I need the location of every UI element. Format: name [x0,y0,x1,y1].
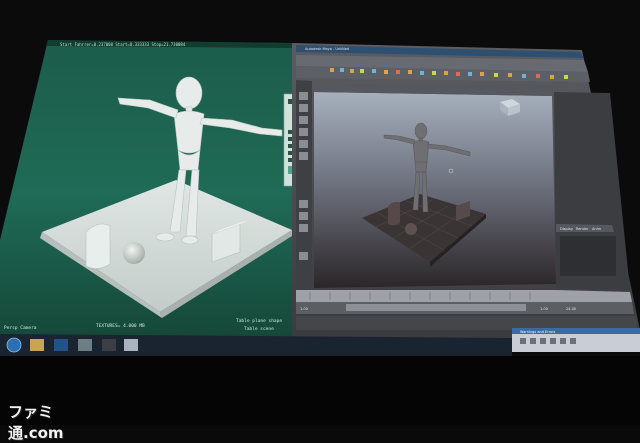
taskbar-app-folder[interactable] [30,339,44,351]
left-scene-label: Table scene [244,326,274,332]
taskbar-app-window[interactable] [124,339,138,351]
left-textures-label: TEXTURES= 4.000 MB [96,323,145,329]
left-camera-label: Persp Camera [4,325,37,331]
tab-display[interactable]: Display [560,227,573,231]
maya-cylinder [388,202,400,226]
tab-anim[interactable]: Anim [592,227,602,231]
maya-sphere [405,223,417,235]
taskbar-app-term[interactable] [102,339,116,351]
maya-timeline [296,290,632,302]
photo-scene: Start Fahrrer=0.237000 Start=0.333333 St… [0,0,640,425]
warnings-title: Warnings and Errors [520,330,556,334]
timeline-end: 1.00 [540,307,548,311]
maya-title: Autodesk Maya - Untitled [305,47,349,51]
site-watermark: ファミ通.com [8,401,88,442]
taskbar-app-ps[interactable] [54,339,68,351]
timeline-start: 1.00 [300,307,308,311]
watermark-text: ファミ通.com [8,403,64,442]
left-header: Start Fahrrer=0.237000 Start=0.333333 St… [60,42,186,47]
left-sphere [123,242,145,264]
taskbar-app-maya[interactable] [78,339,92,351]
left-shape-label: Table plane shape [236,318,282,324]
windows-start-icon[interactable] [6,337,22,353]
left-cylinder [85,223,111,269]
anim-end: 24.00 [566,307,576,311]
tab-render[interactable]: Render [576,227,589,231]
